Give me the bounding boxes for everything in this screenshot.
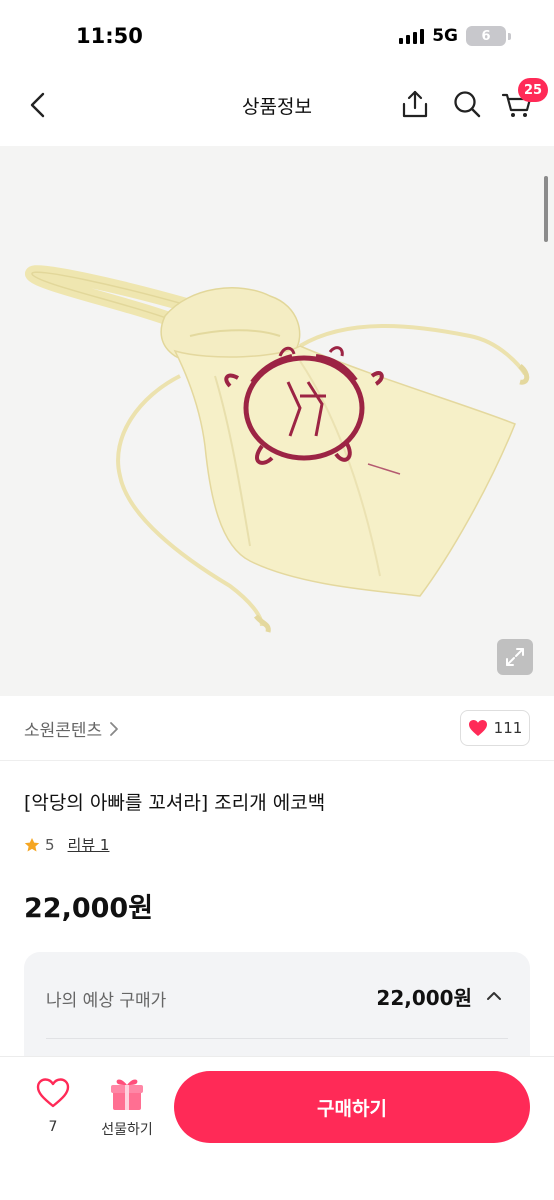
share-icon bbox=[402, 90, 428, 118]
rating-row: 5 리뷰 1 bbox=[24, 834, 109, 855]
review-link[interactable]: 리뷰 1 bbox=[68, 834, 110, 855]
product-image[interactable] bbox=[0, 146, 554, 696]
cart-count-badge: 25 bbox=[518, 78, 549, 102]
network-type: 5G bbox=[432, 26, 458, 46]
gift-box-icon bbox=[111, 1079, 143, 1110]
gift-button[interactable]: 선물하기 bbox=[92, 1073, 162, 1147]
share-button[interactable] bbox=[398, 87, 432, 121]
star-icon bbox=[24, 837, 40, 851]
status-bar: 11:50 5G 6 bbox=[0, 0, 554, 72]
chevron-up-icon bbox=[487, 992, 501, 1000]
estimate-price: 22,000원 bbox=[376, 986, 472, 1010]
search-button[interactable] bbox=[450, 87, 484, 121]
seller-name: 소원콘텐츠 bbox=[24, 721, 103, 741]
status-indicators: 5G 6 bbox=[399, 26, 511, 46]
estimate-divider bbox=[46, 1038, 508, 1039]
estimate-label: 나의 예상 구매가 bbox=[46, 991, 167, 1011]
buy-button[interactable]: 구매하기 bbox=[174, 1071, 530, 1143]
battery-level: 6 bbox=[481, 28, 491, 44]
estimate-toggle[interactable] bbox=[484, 986, 504, 1006]
like-button[interactable]: 111 bbox=[460, 710, 530, 746]
rating-value: 5 bbox=[45, 835, 55, 854]
wishlist-count: 7 bbox=[48, 1119, 58, 1135]
chevron-right-icon bbox=[110, 721, 119, 736]
product-photo bbox=[24, 265, 530, 633]
status-time: 11:50 bbox=[76, 24, 143, 48]
expand-image-button[interactable] bbox=[497, 639, 533, 675]
signal-icon bbox=[399, 28, 425, 44]
heart-outline-icon bbox=[36, 1078, 70, 1108]
product-title: [악당의 아빠를 꼬셔라] 조리개 에코백 bbox=[24, 792, 326, 814]
product-price: 22,000원 bbox=[24, 893, 154, 924]
heart-filled-icon bbox=[468, 720, 487, 736]
divider bbox=[0, 760, 554, 761]
search-icon bbox=[454, 91, 481, 118]
scroll-indicator bbox=[544, 176, 548, 242]
battery-icon: 6 bbox=[466, 26, 511, 46]
bottom-action-bar: 7 선물하기 구매하기 bbox=[0, 1056, 554, 1200]
like-count: 111 bbox=[493, 719, 523, 737]
seller-link[interactable]: 소원콘텐츠 bbox=[24, 716, 120, 741]
gift-label: 선물하기 bbox=[101, 1122, 153, 1138]
wishlist-button[interactable]: 7 bbox=[24, 1077, 82, 1147]
expand-icon bbox=[506, 648, 524, 666]
top-header: 상품정보 25 bbox=[0, 72, 554, 138]
